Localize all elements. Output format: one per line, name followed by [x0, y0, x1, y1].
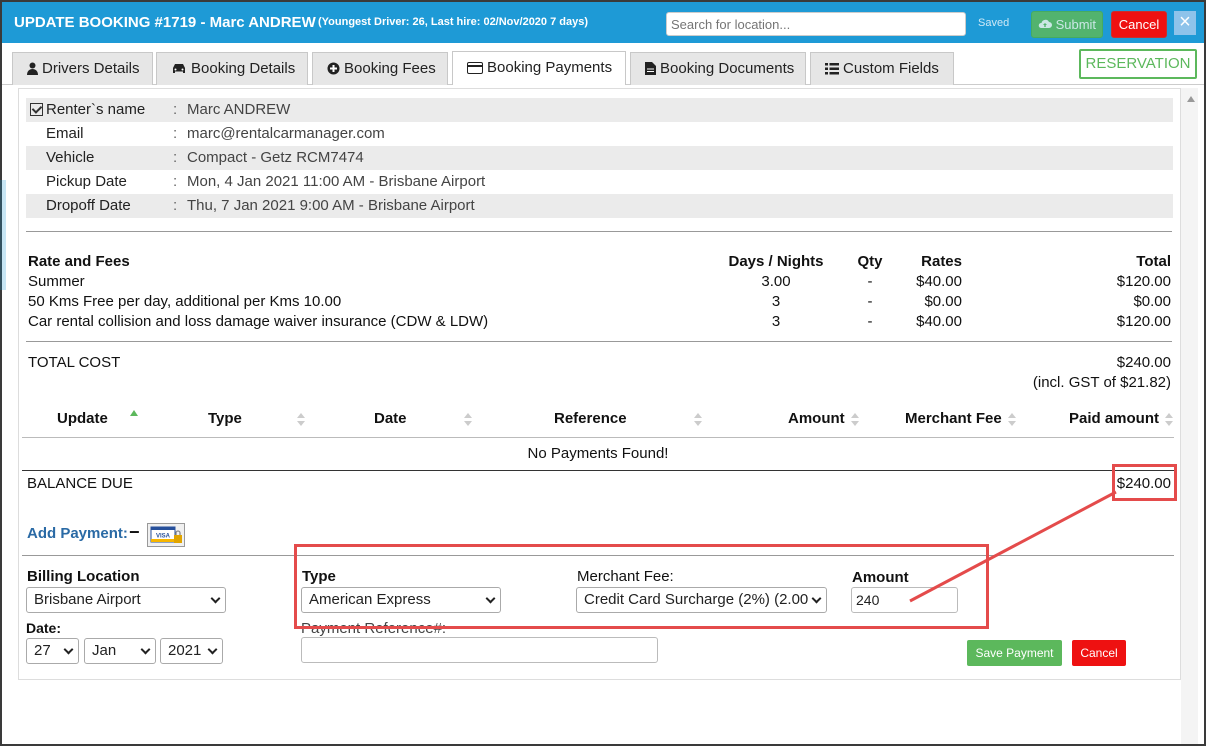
annotation-arrow [909, 490, 1117, 603]
